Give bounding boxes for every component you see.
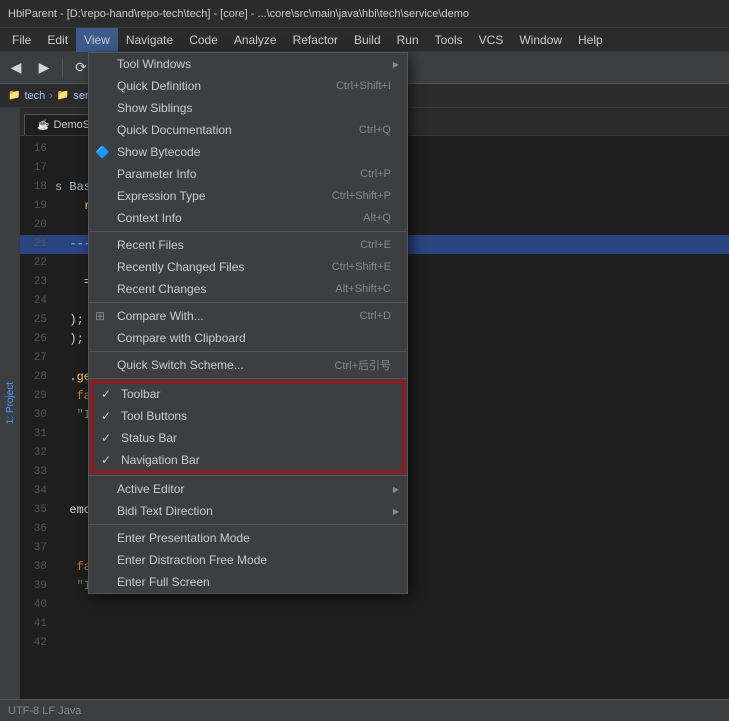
menu-item-bidi[interactable]: Bidi Text Direction	[89, 500, 407, 522]
toolbar-forward[interactable]: ▶	[32, 56, 56, 80]
menu-view[interactable]: View	[76, 28, 118, 52]
menu-item-presentation[interactable]: Enter Presentation Mode	[89, 527, 407, 549]
left-tabs: 1: Project Z: Structure	[0, 108, 20, 699]
menu-help[interactable]: Help	[570, 28, 611, 52]
menu-item-recently-changed-shortcut: Ctrl+Shift+E	[332, 261, 395, 273]
menu-item-quick-documentation-shortcut: Ctrl+Q	[359, 124, 395, 136]
menu-file[interactable]: File	[4, 28, 39, 52]
menu-edit[interactable]: Edit	[39, 28, 76, 52]
menu-item-compare-with[interactable]: ⊞ Compare With... Ctrl+D	[89, 305, 407, 327]
menu-item-recent-changes-label: Recent Changes	[117, 282, 206, 296]
menu-item-parameter-info-label: Parameter Info	[117, 167, 196, 181]
menu-item-recent-changes-shortcut: Alt+Shift+C	[335, 283, 395, 295]
menu-refactor[interactable]: Refactor	[285, 28, 346, 52]
toolbar-back[interactable]: ◀	[4, 56, 28, 80]
menu-item-compare-clipboard[interactable]: Compare with Clipboard	[89, 327, 407, 349]
menu-item-compare-with-shortcut: Ctrl+D	[360, 310, 395, 322]
code-line-41: 41	[20, 615, 729, 634]
menu-window[interactable]: Window	[511, 28, 570, 52]
menu-item-quick-definition-label: Quick Definition	[117, 79, 201, 93]
menu-item-parameter-info-shortcut: Ctrl+P	[360, 168, 395, 180]
tab-project[interactable]: 1: Project	[2, 374, 19, 432]
status-bar: UTF-8 LF Java	[0, 699, 729, 721]
toolbar-sep1	[62, 58, 63, 78]
tool-buttons-check: ✓	[101, 409, 111, 423]
compare-icon: ⊞	[95, 309, 105, 323]
menu-item-navigation-bar[interactable]: ✓ Navigation Bar	[93, 449, 403, 471]
menu-item-expression-type[interactable]: Expression Type Ctrl+Shift+P	[89, 185, 407, 207]
menu-item-recently-changed-label: Recently Changed Files	[117, 260, 244, 274]
menu-item-toolbar-label: Toolbar	[121, 387, 160, 401]
title-bar: HbiParent - [D:\repo-hand\repo-tech\tech…	[0, 0, 729, 28]
code-line-42: 42	[20, 634, 729, 653]
menu-item-distraction-label: Enter Distraction Free Mode	[117, 553, 267, 567]
menu-item-recent-files-shortcut: Ctrl+E	[360, 239, 395, 251]
menu-code[interactable]: Code	[181, 28, 226, 52]
dropdown-sep5	[89, 475, 407, 476]
menu-item-distraction[interactable]: Enter Distraction Free Mode	[89, 549, 407, 571]
tab-structure[interactable]: Z: Structure	[0, 369, 2, 437]
menu-item-quick-definition[interactable]: Quick Definition Ctrl+Shift+I	[89, 75, 407, 97]
menu-item-fullscreen-label: Enter Full Screen	[117, 575, 210, 589]
menu-item-tool-windows-label: Tool Windows	[117, 57, 191, 71]
menu-item-fullscreen[interactable]: Enter Full Screen	[89, 571, 407, 593]
menu-run[interactable]: Run	[389, 28, 427, 52]
menu-item-presentation-label: Enter Presentation Mode	[117, 531, 250, 545]
menu-item-quick-switch-shortcut: Ctrl+后引号	[334, 357, 395, 373]
menu-item-expression-type-label: Expression Type	[117, 189, 206, 203]
menu-item-toolbar[interactable]: ✓ Toolbar	[93, 383, 403, 405]
status-info: UTF-8 LF Java	[8, 705, 81, 717]
status-bar-check: ✓	[101, 431, 111, 445]
navigation-bar-check: ✓	[101, 453, 111, 467]
menu-item-status-bar[interactable]: ✓ Status Bar	[93, 427, 403, 449]
menu-item-quick-documentation-label: Quick Documentation	[117, 123, 232, 137]
menu-item-tool-windows[interactable]: Tool Windows	[89, 53, 407, 75]
dropdown-sep3	[89, 351, 407, 352]
menu-build[interactable]: Build	[346, 28, 389, 52]
menu-item-recent-files[interactable]: Recent Files Ctrl+E	[89, 234, 407, 256]
menu-item-quick-switch-label: Quick Switch Scheme...	[117, 358, 244, 372]
title-text: HbiParent - [D:\repo-hand\repo-tech\tech…	[8, 8, 469, 20]
breadcrumb-tech[interactable]: tech	[24, 90, 45, 102]
bytecode-icon: 🔷	[95, 145, 110, 159]
menu-item-active-editor[interactable]: Active Editor	[89, 478, 407, 500]
dropdown-sep2	[89, 302, 407, 303]
view-dropdown-menu: Tool Windows Quick Definition Ctrl+Shift…	[88, 52, 408, 594]
menu-item-show-siblings[interactable]: Show Siblings	[89, 97, 407, 119]
menu-item-tool-buttons-label: Tool Buttons	[121, 409, 187, 423]
menu-item-compare-with-label: Compare With...	[117, 309, 204, 323]
menu-item-context-info-label: Context Info	[117, 211, 182, 225]
menu-item-context-info[interactable]: Context Info Alt+Q	[89, 207, 407, 229]
menu-item-status-bar-label: Status Bar	[121, 431, 177, 445]
menu-item-quick-switch[interactable]: Quick Switch Scheme... Ctrl+后引号	[89, 354, 407, 376]
menu-item-quick-definition-shortcut: Ctrl+Shift+I	[336, 80, 395, 92]
menu-item-navigation-bar-label: Navigation Bar	[121, 453, 200, 467]
menu-item-context-info-shortcut: Alt+Q	[363, 212, 395, 224]
dropdown-sep4	[89, 378, 407, 379]
checked-section: ✓ Toolbar ✓ Tool Buttons ✓ Status Bar ✓ …	[91, 381, 405, 473]
menu-item-show-bytecode[interactable]: 🔷 Show Bytecode	[89, 141, 407, 163]
menu-item-recently-changed[interactable]: Recently Changed Files Ctrl+Shift+E	[89, 256, 407, 278]
menu-item-bidi-label: Bidi Text Direction	[117, 504, 213, 518]
menu-item-quick-documentation[interactable]: Quick Documentation Ctrl+Q	[89, 119, 407, 141]
toolbar-check: ✓	[101, 387, 111, 401]
dropdown-sep6	[89, 524, 407, 525]
menu-item-recent-files-label: Recent Files	[117, 238, 184, 252]
menu-item-show-bytecode-label: Show Bytecode	[117, 145, 200, 159]
menu-item-expression-type-shortcut: Ctrl+Shift+P	[332, 190, 395, 202]
menu-item-recent-changes[interactable]: Recent Changes Alt+Shift+C	[89, 278, 407, 300]
code-line-40: 40	[20, 596, 729, 615]
menu-bar: File Edit View Navigate Code Analyze Ref…	[0, 28, 729, 52]
menu-navigate[interactable]: Navigate	[118, 28, 181, 52]
menu-analyze[interactable]: Analyze	[226, 28, 285, 52]
menu-item-tool-buttons[interactable]: ✓ Tool Buttons	[93, 405, 403, 427]
menu-item-parameter-info[interactable]: Parameter Info Ctrl+P	[89, 163, 407, 185]
menu-item-active-editor-label: Active Editor	[117, 482, 184, 496]
menu-tools[interactable]: Tools	[427, 28, 471, 52]
breadcrumb-sep1: ›	[49, 90, 53, 102]
menu-item-show-siblings-label: Show Siblings	[117, 101, 192, 115]
menu-item-compare-clipboard-label: Compare with Clipboard	[117, 331, 246, 345]
menu-vcs[interactable]: VCS	[471, 28, 512, 52]
dropdown-sep1	[89, 231, 407, 232]
